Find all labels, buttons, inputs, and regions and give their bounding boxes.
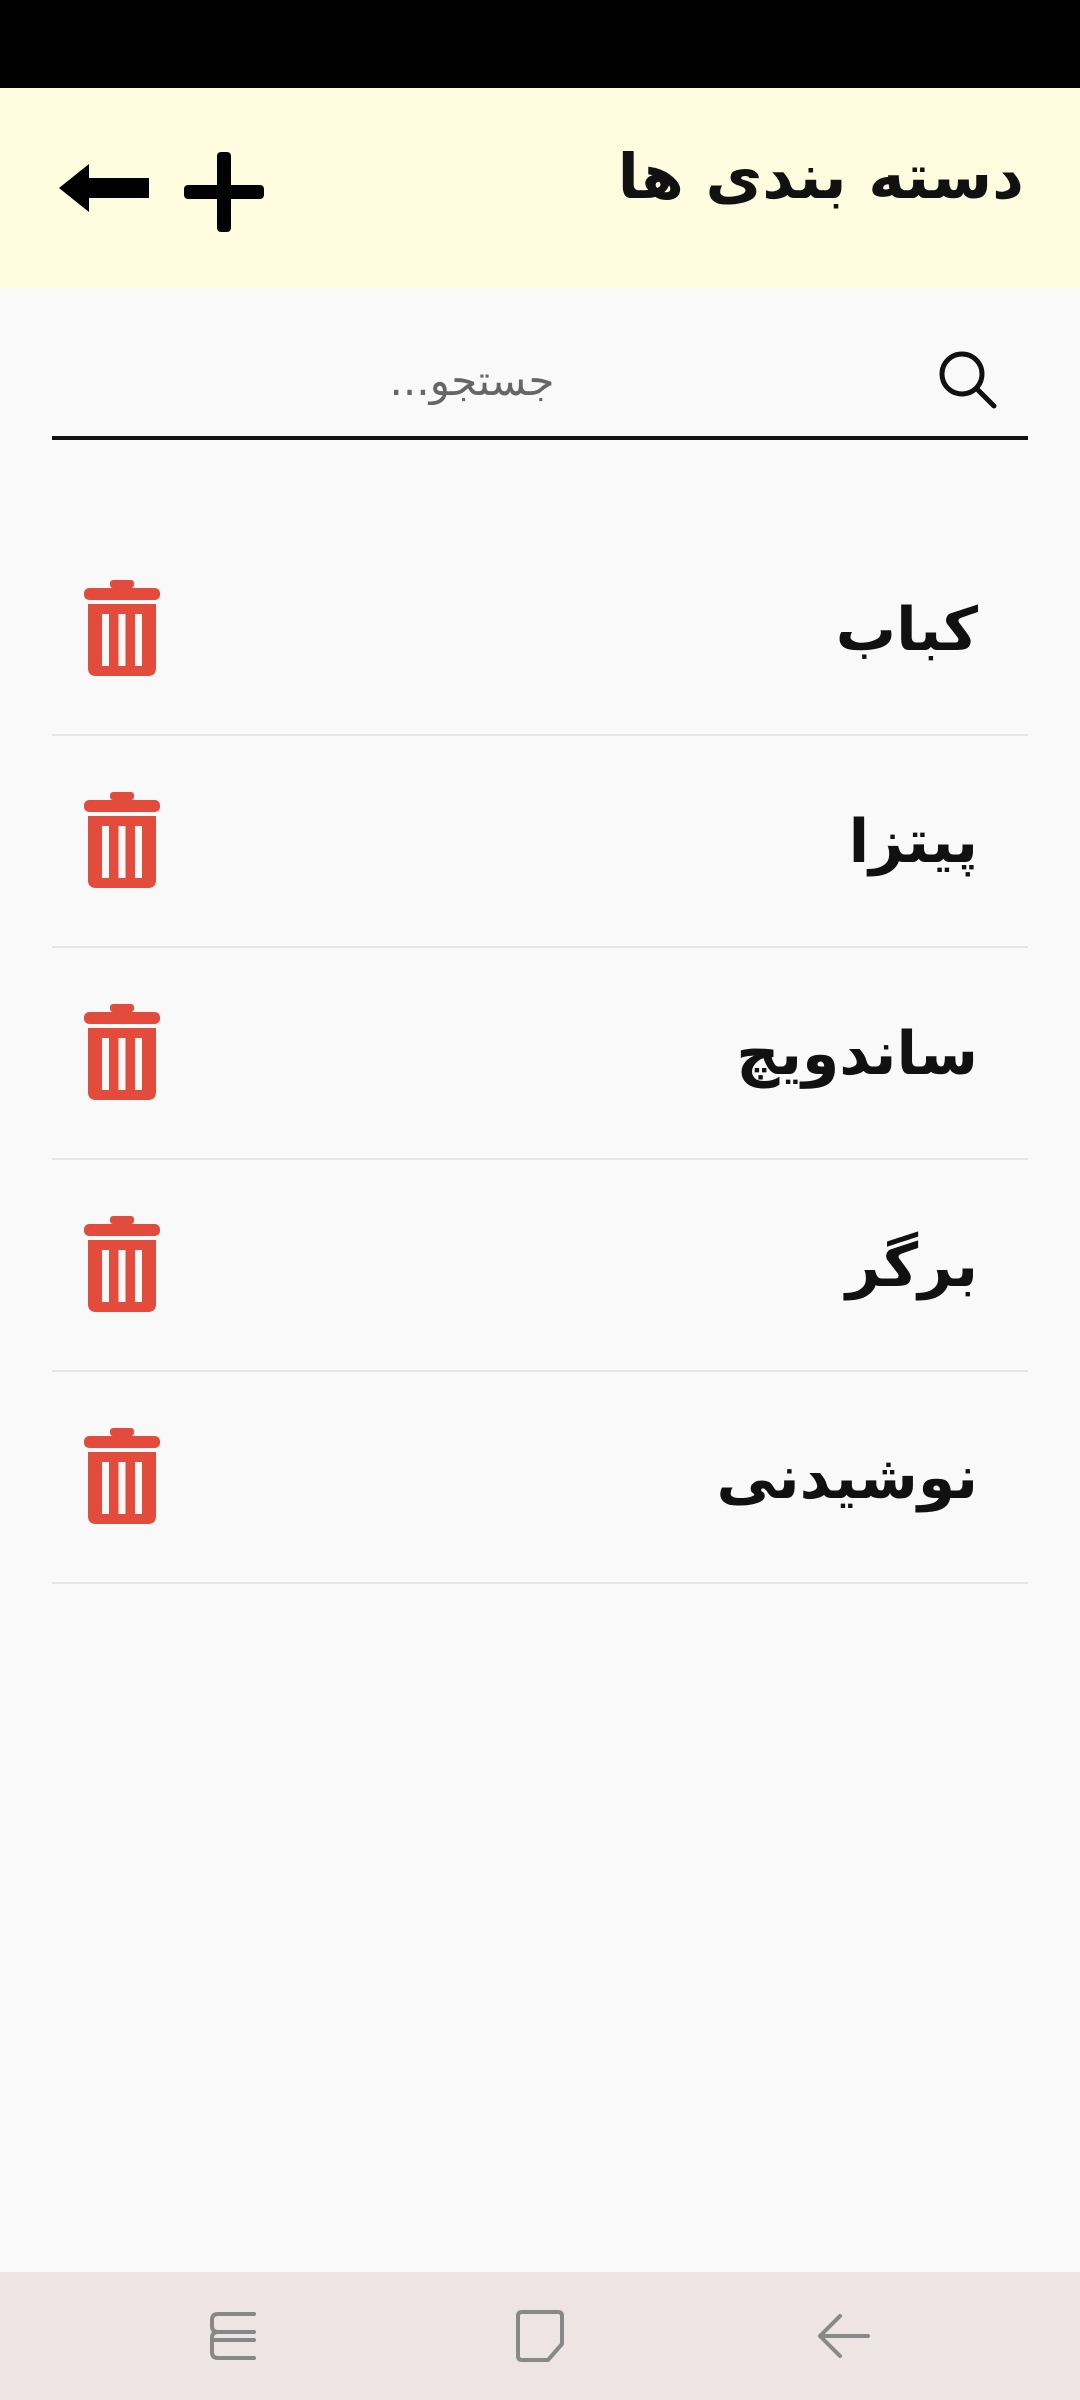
back-button[interactable] (52, 148, 162, 228)
category-list: کباب پیتزا ساندویچ برگر نوشیدنی (52, 524, 1028, 1584)
trash-icon[interactable] (82, 792, 162, 888)
list-item[interactable]: نوشیدنی (52, 1372, 1028, 1584)
app-bar: دسته بندی ها (0, 88, 1080, 288)
page-title: دسته بندی ها (617, 140, 1024, 213)
list-item[interactable]: برگر (52, 1160, 1028, 1372)
home-icon[interactable] (508, 2304, 572, 2368)
recent-apps-icon[interactable] (204, 2304, 268, 2368)
list-item[interactable]: پیتزا (52, 736, 1028, 948)
category-label: کباب (835, 595, 978, 665)
back-icon[interactable] (812, 2304, 876, 2368)
list-item[interactable]: ساندویچ (52, 948, 1028, 1160)
trash-icon[interactable] (82, 580, 162, 676)
trash-icon[interactable] (82, 1216, 162, 1312)
system-nav-bar (0, 2272, 1080, 2400)
search-input[interactable] (52, 330, 932, 430)
category-label: پیتزا (848, 807, 978, 877)
plus-icon (184, 152, 264, 232)
add-category-button[interactable] (178, 146, 270, 238)
status-bar (0, 0, 1080, 88)
category-label: ساندویچ (736, 1019, 978, 1089)
search-icon[interactable] (936, 348, 1000, 412)
category-label: نوشیدنی (716, 1443, 978, 1513)
trash-icon[interactable] (82, 1004, 162, 1100)
category-label: برگر (845, 1231, 978, 1301)
search-bar (52, 330, 1028, 440)
arrow-left-icon (59, 164, 149, 212)
trash-icon[interactable] (82, 1428, 162, 1524)
list-item[interactable]: کباب (52, 524, 1028, 736)
